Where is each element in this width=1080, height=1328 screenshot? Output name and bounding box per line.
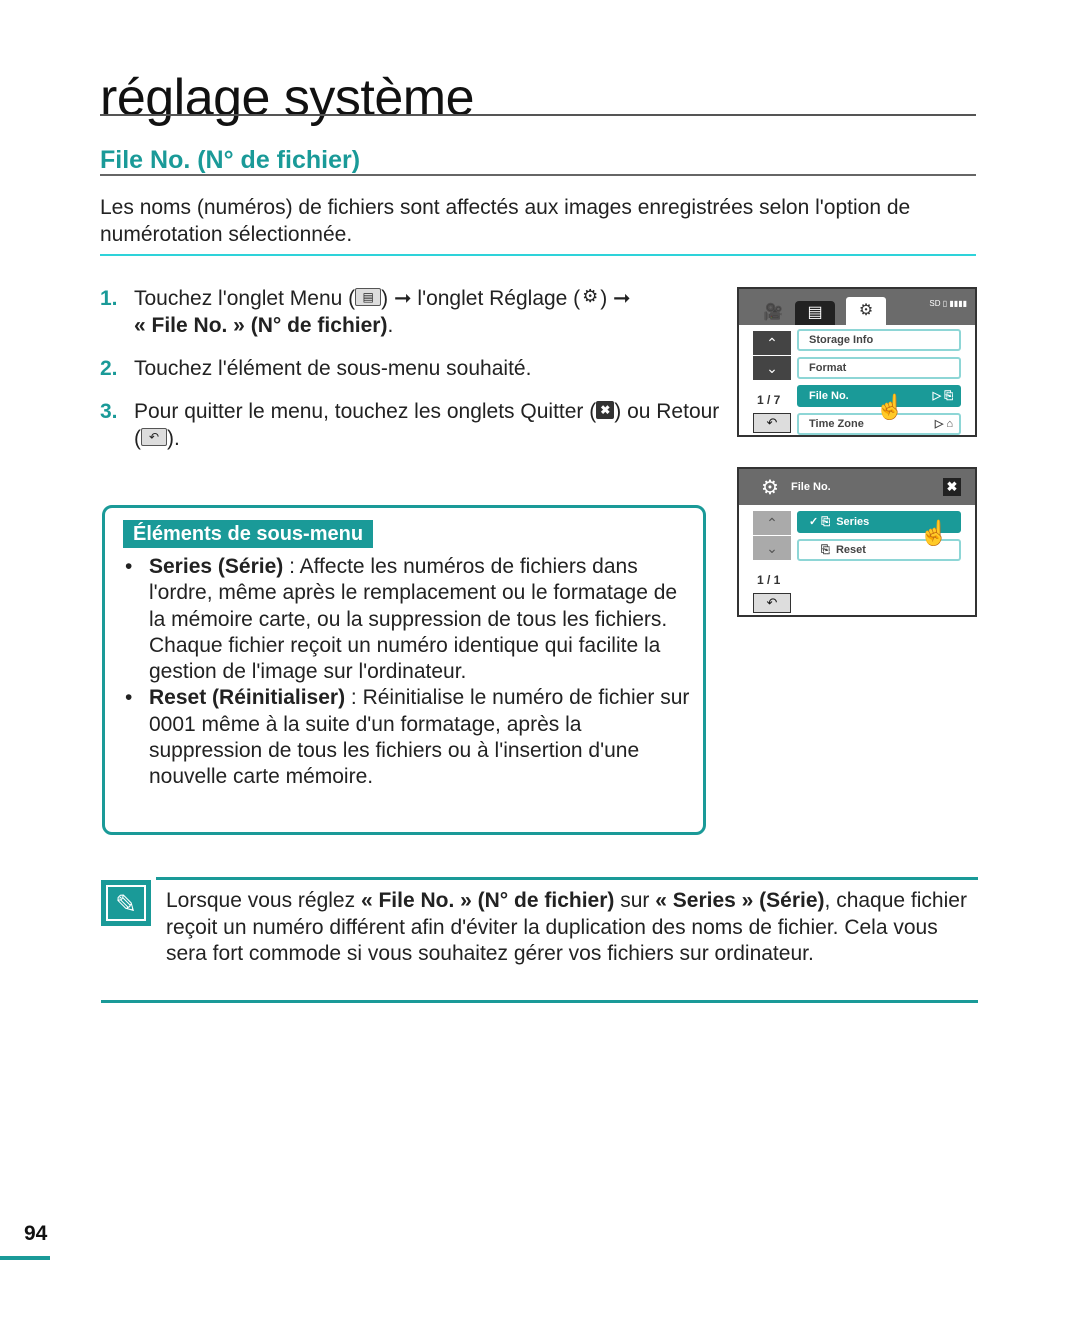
submenu-item-reset: Reset (Réinitialiser) : Réinitialise le … [119,685,699,790]
step-1: 1. Touchez l'onglet Menu (▤) ➞ l'onglet … [100,285,720,339]
note-text: Lorsque vous réglez « File No. » (N° de … [166,888,978,968]
hand-pointer-icon: ☝ [875,394,905,421]
pencil-icon: ✎ [106,885,146,921]
note-bottom-divider [101,1000,978,1003]
submenu-term: Series (Série) [149,555,284,578]
note-top-divider [156,877,978,880]
note-icon: ✎ [101,880,151,926]
page-number: 94 [24,1222,48,1245]
steps-list: 1. Touchez l'onglet Menu (▤) ➞ l'onglet … [100,285,720,468]
submenu-arrow-icon: ▷ ⌂ [934,418,953,430]
section-divider [100,174,976,176]
note-bold-text: « File No. » (N° de fichier) [360,889,615,912]
close-icon: ✖ [596,401,615,420]
screen-header: ⚙ File No. ✖ [739,469,975,505]
intro-divider [100,254,976,256]
scroll-up-button[interactable]: ⌃ [753,511,791,535]
device-screen-file-no: ⚙ File No. ✖ ⌃ ⌄ 1 / 1 ↶ ✓ ⎘ Series ⎘ Re… [737,467,977,617]
note-bold-text: « Series » (Série) [655,889,825,912]
gear-icon: ⚙ [761,477,779,499]
step-number: 2. [100,357,118,380]
settings-tab[interactable]: ⚙ [846,297,886,325]
menu-item-label: File No. [809,390,849,402]
page-indicator: 1 / 1 [757,573,781,587]
step-text-part: ) ➞ l'onglet Réglage ( [381,287,581,310]
step-text-part: Pour quitter le menu, touchez les onglet… [134,400,597,423]
hand-pointer-icon: ☝ [919,520,949,547]
step-bold-text: « File No. » (N° de fichier) [134,314,388,337]
note-text-part: Lorsque vous réglez [166,889,361,912]
note-text-part: sur [614,889,656,912]
step-text-part: ). [167,427,180,450]
scroll-down-button[interactable]: ⌄ [753,356,791,380]
menu-item-format[interactable]: Format [797,357,961,379]
step-text-part: Touchez l'onglet Menu ( [134,287,356,310]
submenu-list: Series (Série) : Affecte les numéros de … [119,554,699,791]
scroll-up-button[interactable]: ⌃ [753,331,791,355]
close-button[interactable]: ✖ [943,478,961,496]
battery-status-icon: SD ▯ ▮▮▮▮ [929,299,967,308]
back-button[interactable]: ↶ [753,413,791,433]
option-label: Reset [835,544,866,556]
menu-item-storage-info[interactable]: Storage Info [797,329,961,351]
submenu-item-series: Series (Série) : Affecte les numéros de … [119,554,699,685]
screen-tab-bar: 🎥 ▤ ⚙ SD ▯ ▮▮▮▮ [739,289,975,325]
menu-tab[interactable]: ▤ [795,301,835,325]
scroll-down-button[interactable]: ⌄ [753,536,791,560]
title-divider [100,114,976,116]
page-indicator: 1 / 7 [757,393,781,407]
page-title: réglage système [100,69,475,127]
submenu-items-box: Éléments de sous-menu Series (Série) : A… [102,505,706,835]
step-text-part: ) ➞ [600,287,631,310]
menu-item-label: Time Zone [809,418,864,430]
step-number: 3. [100,400,118,423]
submenu-term: Reset (Réinitialiser) [149,686,346,710]
reset-file-icon: ⎘ [821,544,830,556]
step-number: 1. [100,287,118,310]
step-text: Pour quitter le menu, touchez les onglet… [134,398,720,452]
page-number-bar [0,1256,50,1260]
menu-icon: ▤ [355,288,382,307]
camera-icon[interactable]: 🎥 [753,301,793,325]
device-screen-settings-menu: 🎥 ▤ ⚙ SD ▯ ▮▮▮▮ ⌃ ⌄ 1 / 7 ↶ Storage Info… [737,287,977,437]
step-2: 2. Touchez l'élément de sous-menu souhai… [100,355,720,382]
section-title: File No. (N° de fichier) [100,146,361,174]
step-3: 3. Pour quitter le menu, touchez les ong… [100,398,720,452]
intro-paragraph: Les noms (numéros) de fichiers sont affe… [100,196,911,246]
back-icon: ↶ [141,428,167,447]
menu-item-label: Format [809,362,847,374]
step-text: Touchez l'onglet Menu (▤) ➞ l'onglet Rég… [134,285,631,339]
screen-header-title: File No. [791,481,831,493]
option-label: Series [836,516,870,528]
menu-item-label: Storage Info [809,334,874,346]
submenu-arrow-icon: ▷ ⎘ [932,390,953,402]
checked-series-icon: ✓ ⎘ [809,516,831,528]
gear-icon: ⚙ [582,286,599,307]
submenu-box-label: Éléments de sous-menu [123,520,374,548]
back-button[interactable]: ↶ [753,593,791,613]
step-text: Touchez l'élément de sous-menu souhaité. [134,357,532,380]
step-text-part: . [387,314,394,337]
